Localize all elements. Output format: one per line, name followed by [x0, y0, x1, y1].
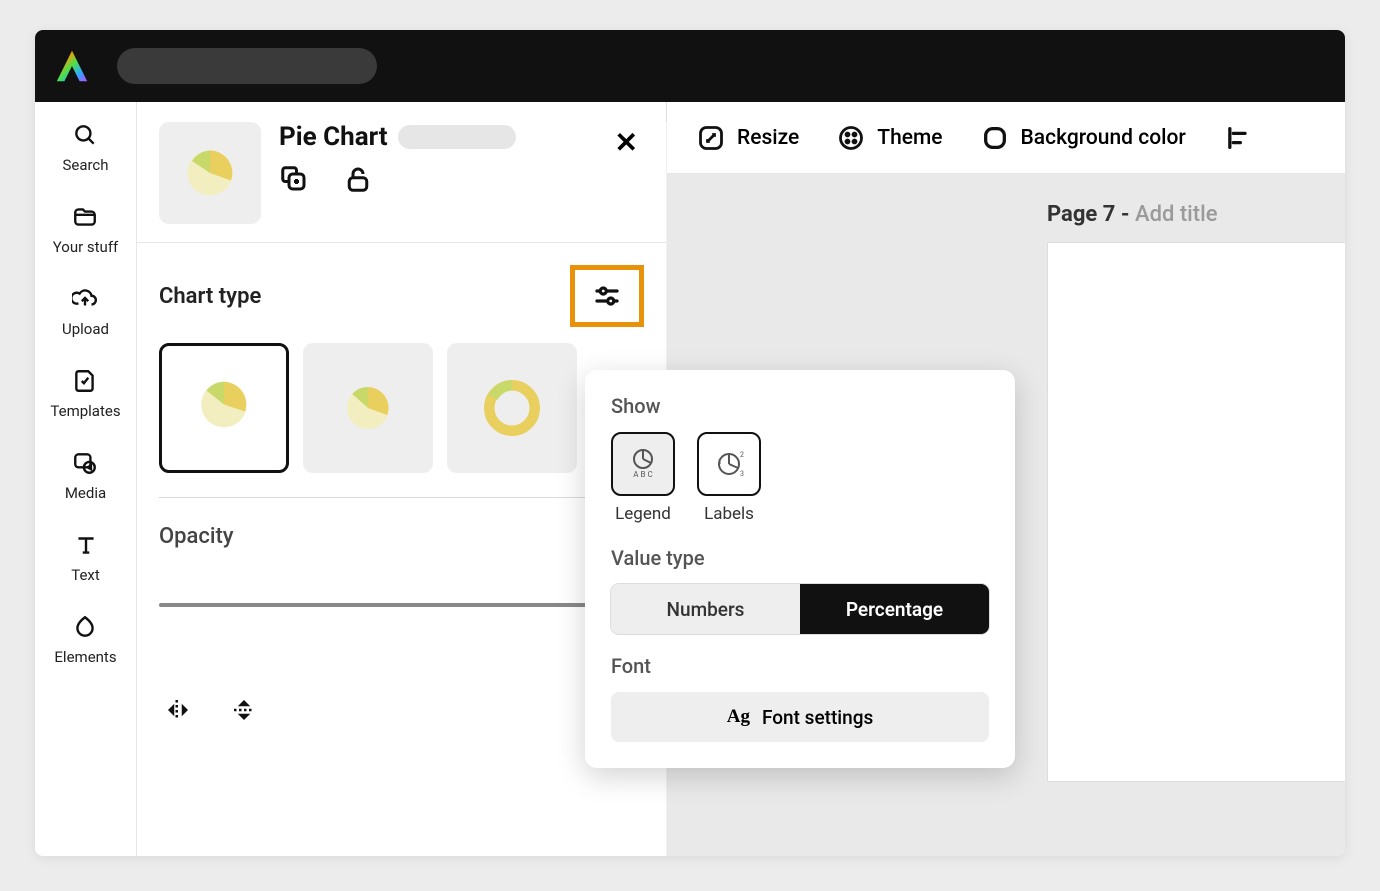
font-label: Font — [611, 654, 989, 678]
value-type-numbers[interactable]: Numbers — [611, 584, 800, 634]
chart-type-label: Chart type — [159, 284, 261, 309]
rail-label: Search — [62, 156, 108, 174]
typography-icon: Ag — [727, 706, 750, 728]
value-type-percentage[interactable]: Percentage — [800, 584, 989, 634]
media-icon — [70, 448, 100, 478]
show-label: Show — [611, 394, 989, 418]
chart-name-placeholder[interactable] — [398, 125, 516, 149]
svg-text:2: 2 — [740, 451, 744, 459]
rail-label: Upload — [62, 320, 109, 338]
chart-type-pie-legend[interactable] — [159, 343, 289, 473]
flip-vertical-icon[interactable] — [229, 695, 259, 725]
resize-button[interactable]: Resize — [697, 124, 799, 152]
resize-icon — [697, 124, 725, 152]
text-icon — [71, 530, 101, 560]
folder-icon — [70, 202, 100, 232]
left-rail: Search Your stuff Upload Templates — [35, 102, 137, 856]
templates-icon — [70, 366, 100, 396]
rail-label: Templates — [50, 402, 120, 420]
rail-label: Text — [71, 566, 100, 584]
value-type-segmented: Numbers Percentage — [611, 584, 989, 634]
rail-text[interactable]: Text — [71, 530, 101, 584]
chart-type-pie-labels[interactable] — [303, 343, 433, 473]
unlock-icon[interactable] — [343, 164, 373, 194]
resize-label: Resize — [737, 126, 799, 150]
rail-your-stuff[interactable]: Your stuff — [53, 202, 119, 256]
svg-text:1: 1 — [718, 458, 722, 466]
elements-icon — [70, 612, 100, 642]
value-type-label: Value type — [611, 546, 989, 570]
rail-search[interactable]: Search — [62, 120, 108, 174]
page-canvas[interactable] — [1047, 242, 1345, 782]
flip-horizontal-icon[interactable] — [163, 695, 193, 725]
background-color-button[interactable]: Background color — [981, 124, 1186, 152]
color-swatch-icon — [981, 124, 1009, 152]
align-button[interactable] — [1224, 124, 1252, 152]
close-panel-button[interactable]: ✕ — [609, 126, 644, 159]
align-icon — [1224, 124, 1252, 152]
svg-text:3: 3 — [740, 470, 744, 478]
page-label[interactable]: Page 7 - Add title — [1047, 202, 1217, 227]
legend-label: Legend — [615, 504, 671, 524]
theme-label: Theme — [877, 126, 942, 150]
duplicate-icon[interactable] — [279, 164, 309, 194]
rail-media[interactable]: Media — [65, 448, 106, 502]
rail-templates[interactable]: Templates — [50, 366, 120, 420]
theme-icon — [837, 124, 865, 152]
chart-settings-popover: Show A B C Legend 123 Labels Value type … — [585, 370, 1015, 768]
selected-chart-thumbnail — [159, 122, 261, 224]
page-title-placeholder: Add title — [1135, 202, 1218, 227]
document-title-placeholder[interactable] — [117, 48, 377, 84]
canvas-toolbar: Resize Theme Background color — [667, 102, 1345, 174]
font-settings-button[interactable]: Ag Font settings — [611, 692, 989, 742]
panel-header: Pie Chart ✕ — [137, 102, 666, 242]
font-settings-label: Font settings — [762, 706, 873, 729]
adobe-logo-icon — [53, 47, 91, 85]
rail-upload[interactable]: Upload — [62, 284, 109, 338]
bgcolor-label: Background color — [1021, 126, 1186, 150]
show-legend-toggle[interactable]: A B C — [611, 432, 675, 496]
titlebar — [35, 30, 1345, 102]
chart-settings-button[interactable] — [570, 265, 644, 327]
rail-label: Media — [65, 484, 106, 502]
opacity-label: Opacity — [159, 524, 644, 549]
panel-title: Pie Chart — [279, 122, 388, 152]
search-icon — [70, 120, 100, 150]
theme-button[interactable]: Theme — [837, 124, 942, 152]
chart-type-options — [159, 343, 644, 473]
show-labels-toggle[interactable]: 1 2 3 — [697, 432, 761, 496]
rail-elements[interactable]: Elements — [54, 612, 116, 666]
chart-type-donut[interactable] — [447, 343, 577, 473]
opacity-slider[interactable] — [159, 602, 610, 608]
upload-icon — [70, 284, 100, 314]
page-number: Page 7 - — [1047, 202, 1135, 227]
labels-label: Labels — [704, 504, 754, 524]
rail-label: Elements — [54, 648, 116, 666]
svg-text:A B C: A B C — [633, 470, 652, 479]
rail-label: Your stuff — [53, 238, 119, 256]
